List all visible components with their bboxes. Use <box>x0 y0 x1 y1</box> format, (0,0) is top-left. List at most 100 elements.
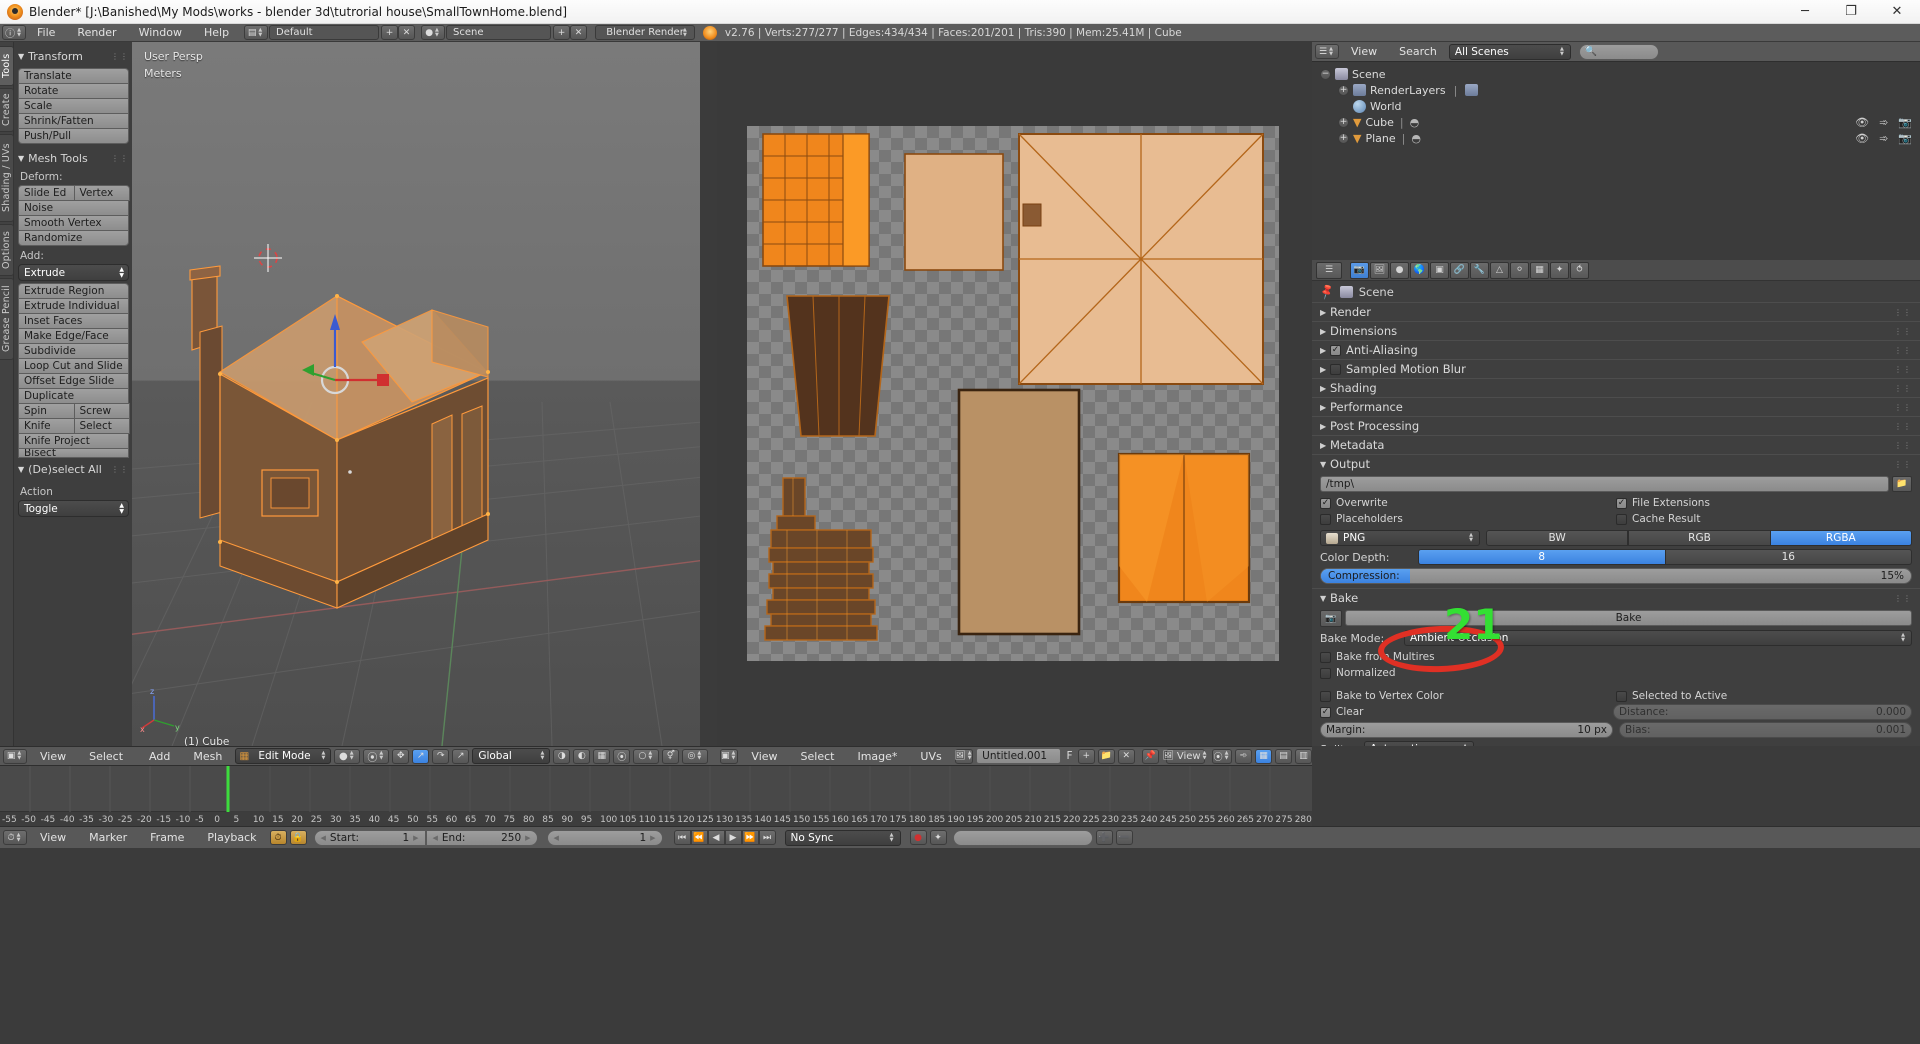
tool-knife-project[interactable]: Knife Project <box>18 433 129 449</box>
tool-loop-cut-and-slide[interactable]: Loop Cut and Slide <box>18 358 129 374</box>
tool-noise[interactable]: Noise <box>18 200 129 216</box>
image-name-field[interactable]: Untitled.001 <box>976 748 1062 764</box>
tab-particles[interactable]: ✦ <box>1550 261 1569 279</box>
outliner-row-plane[interactable]: + ▼ Plane | ◓ 👁 ➾ 📷 <box>1316 130 1920 146</box>
plane-renderable-icon[interactable]: 📷 <box>1898 132 1912 145</box>
section-bake[interactable]: ▼ Bake ⋮⋮ <box>1312 588 1920 607</box>
tool-randomize[interactable]: Randomize <box>18 230 129 246</box>
uv-proportional-icon[interactable]: ▥ <box>1295 748 1313 764</box>
selected-to-active-checkbox[interactable] <box>1616 690 1627 702</box>
viewport-menu-select[interactable]: Select <box>79 750 133 763</box>
frame-start-field[interactable]: ◀ Start: 1 ▶ <box>313 829 426 846</box>
tab-constraints[interactable]: 🔗 <box>1450 261 1469 279</box>
menu-help[interactable]: Help <box>193 24 240 42</box>
cache-result-checkbox[interactable] <box>1616 513 1627 525</box>
section-metadata[interactable]: ▶ Metadata ⋮⋮ <box>1312 435 1920 454</box>
keying-set-field[interactable] <box>952 829 1093 846</box>
cube-visibility-icon[interactable]: 👁 <box>1855 116 1869 129</box>
record-icon[interactable]: ● <box>909 830 927 845</box>
color-depth-8[interactable]: 8 <box>1418 549 1666 565</box>
outliner-display-mode-select[interactable]: All Scenes ▲ ▼ <box>1448 43 1571 60</box>
bake-from-multires-row[interactable]: Bake from Multires <box>1320 649 1912 665</box>
viewport-3d[interactable]: User Persp Meters (1) Cube z y x ▼ Trans… <box>132 42 700 746</box>
tool-shrink-fatten[interactable]: Shrink/Fatten <box>18 113 129 129</box>
plane-visibility-icon[interactable]: 👁 <box>1855 132 1869 145</box>
bake-button[interactable]: Bake <box>1345 610 1912 626</box>
tool-select[interactable]: Select <box>73 418 130 434</box>
tool-smooth-vertex[interactable]: Smooth Vertex <box>18 215 129 231</box>
section-render[interactable]: ▶ Render ⋮⋮ <box>1312 302 1920 321</box>
timeline-menu-frame[interactable]: Frame <box>140 831 194 844</box>
section-output[interactable]: ▼ Output ⋮⋮ <box>1312 454 1920 473</box>
tool-make-edge-face[interactable]: Make Edge/Face <box>18 328 129 344</box>
tool-scale[interactable]: Scale <box>18 98 129 114</box>
delete-layout-button[interactable]: ✕ <box>398 25 416 40</box>
uv-snap-icon[interactable]: ▤ <box>1275 748 1293 764</box>
bake-to-vertex-color-row[interactable]: Bake to Vertex Color <box>1320 688 1616 704</box>
outliner-menu-search[interactable]: Search <box>1389 45 1447 58</box>
toolshelf-tab-options[interactable]: Options <box>0 224 14 276</box>
editor-type-icon[interactable]: ⓘ ▲ ▼ <box>2 25 26 40</box>
delete-scene-button[interactable]: ✕ <box>570 25 588 40</box>
section-sampled-motion-blur[interactable]: ▶ Sampled Motion Blur ⋮⋮ <box>1312 359 1920 378</box>
tool-translate[interactable]: Translate <box>18 68 129 84</box>
uv-menu-select[interactable]: Select <box>791 750 845 763</box>
screen-layout-icon[interactable]: ▤ ▲ ▼ <box>244 25 269 40</box>
file-format-select[interactable]: PNG ▲ ▼ <box>1320 530 1480 546</box>
frame-end-field[interactable]: ◀ End: 250 ▶ <box>425 829 538 846</box>
proportional-falloff-icon[interactable]: ○ ▲ ▼ <box>633 748 660 764</box>
uv-canvas[interactable] <box>747 126 1279 661</box>
open-image-button[interactable]: 📁 <box>1097 748 1115 764</box>
add-layout-button[interactable]: + <box>381 25 399 40</box>
timeline-ruler[interactable] <box>0 766 1312 812</box>
tool-bisect[interactable]: Bisect <box>18 448 129 458</box>
viewport-shading-select[interactable]: ● ▲ ▼ <box>334 748 361 764</box>
snap-magnet-icon[interactable]: ⚥ <box>662 748 680 764</box>
timeline-menu-playback[interactable]: Playback <box>197 831 266 844</box>
timeline-strip[interactable]: -55 -50 -45 -40 -35 -30 -25 -20 -15 -10 -5 0 5 10 15 20… <box>0 766 1312 826</box>
toolshelf-tab-shading-uvs[interactable]: Shading / UVs <box>0 134 14 222</box>
pin-icon[interactable]: 📌 <box>1318 282 1336 300</box>
cache-result-row[interactable]: Cache Result <box>1616 511 1912 527</box>
timeline-menu-view[interactable]: View <box>30 831 76 844</box>
unlink-image-button[interactable]: ✕ <box>1117 748 1135 764</box>
uv-menu-view[interactable]: View <box>741 750 787 763</box>
outliner-menu-view[interactable]: View <box>1341 45 1387 58</box>
jump-to-start-icon[interactable]: ⏮ <box>673 830 691 845</box>
bake-from-multires-checkbox[interactable] <box>1320 651 1331 663</box>
margin-field[interactable]: Margin: 10 px <box>1320 722 1613 738</box>
jump-to-end-icon[interactable]: ⏭ <box>758 830 776 845</box>
deselect-all-panel-header[interactable]: ▼ (De)select All ⋮⋮ <box>18 461 129 478</box>
toolshelf-tab-create[interactable]: Create <box>0 88 14 132</box>
plane-selectable-icon[interactable]: ➾ <box>1879 132 1888 145</box>
rotate-manipulator-icon[interactable]: ↷ <box>432 748 450 764</box>
selected-to-active-row[interactable]: Selected to Active <box>1616 688 1912 704</box>
auto-keying-icon[interactable]: ⏱ <box>269 830 287 845</box>
jump-prev-keyframe-icon[interactable]: ⏪ <box>690 830 708 845</box>
scene-browse-icon[interactable]: ● ▲ ▼ <box>421 25 446 40</box>
viewport-menu-mesh[interactable]: Mesh <box>183 750 232 763</box>
tool-subdivide[interactable]: Subdivide <box>18 343 129 359</box>
bake-to-vertex-color-checkbox[interactable] <box>1320 690 1331 702</box>
fake-user-toggle[interactable]: F <box>1064 750 1074 762</box>
section-shading[interactable]: ▶ Shading ⋮⋮ <box>1312 378 1920 397</box>
transform-orientation-select[interactable]: Global ▲ ▼ <box>472 748 551 764</box>
tab-render[interactable]: 📷 <box>1350 261 1369 279</box>
tool-extrude-region[interactable]: Extrude Region <box>18 283 129 299</box>
color-mode-rgba[interactable]: RGBA <box>1770 530 1912 546</box>
translate-manipulator-icon[interactable]: ↗ <box>412 748 430 764</box>
tool-push-pull[interactable]: Push/Pull <box>18 128 129 144</box>
collapse-icon[interactable]: − <box>1320 68 1331 80</box>
expand-icon[interactable]: + <box>1338 84 1349 96</box>
jump-next-keyframe-icon[interactable]: ⏩ <box>741 830 759 845</box>
file-extensions-row[interactable]: ✓ File Extensions <box>1616 495 1912 511</box>
insert-keyframe-icon[interactable]: ➕ <box>1095 830 1113 845</box>
interaction-mode-select[interactable]: ▦ Edit Mode ▲ ▼ <box>235 748 332 764</box>
delete-keyframe-icon[interactable]: ➖ <box>1115 830 1133 845</box>
current-frame-field[interactable]: ◀ 1 ▶ <box>546 829 663 846</box>
tool-spin[interactable]: Spin <box>18 403 75 419</box>
scale-manipulator-icon[interactable]: ↗ <box>452 748 470 764</box>
maximize-button[interactable]: ❐ <box>1828 0 1874 24</box>
limit-selection-visible-icon[interactable]: ◑ <box>553 748 571 764</box>
render-engine-select[interactable]: Blender Render <box>595 25 696 40</box>
